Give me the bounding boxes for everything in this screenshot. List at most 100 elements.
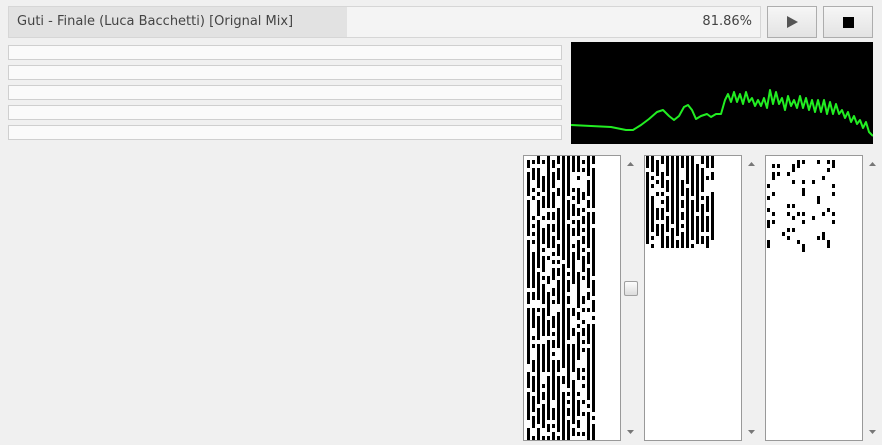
- bit-cell: [567, 364, 570, 368]
- bit-cell: [567, 180, 570, 184]
- panel-3-scrollbar[interactable]: [865, 155, 879, 441]
- bit-cell: [701, 188, 704, 192]
- bit-cell: [587, 212, 590, 216]
- bit-cell: [587, 424, 590, 428]
- bit-cell: [646, 180, 649, 184]
- scroll-down-arrow-icon[interactable]: [744, 426, 758, 438]
- bit-cell: [567, 420, 570, 424]
- bit-cell: [827, 208, 830, 212]
- bit-cell: [671, 208, 674, 212]
- bit-cell: [592, 196, 595, 200]
- bit-cell: [542, 184, 545, 188]
- bit-cell: [797, 164, 800, 168]
- bit-cell: [582, 228, 585, 232]
- bit-cell: [527, 172, 530, 176]
- panel-2-scrollbar[interactable]: [744, 155, 758, 441]
- bit-cell: [552, 260, 555, 264]
- stop-button[interactable]: [823, 6, 873, 38]
- bit-cell: [572, 208, 575, 212]
- bit-cell: [567, 256, 570, 260]
- bit-cell: [671, 216, 674, 220]
- bit-cell: [671, 168, 674, 172]
- bit-cell: [532, 216, 535, 220]
- bit-cell: [686, 236, 689, 240]
- bit-cell: [532, 308, 535, 312]
- bit-cell: [562, 192, 565, 196]
- scroll-up-arrow-icon[interactable]: [623, 158, 637, 170]
- bit-cell: [592, 240, 595, 244]
- bit-cell: [532, 172, 535, 176]
- bit-cell: [552, 352, 555, 356]
- bit-cell: [552, 196, 555, 200]
- bit-cell: [537, 236, 540, 240]
- bit-cell: [582, 400, 585, 404]
- bit-cell: [671, 188, 674, 192]
- bit-cell: [542, 320, 545, 324]
- scroll-down-arrow-icon[interactable]: [623, 426, 637, 438]
- bit-cell: [577, 248, 580, 252]
- bit-cell: [686, 228, 689, 232]
- bit-cell: [567, 192, 570, 196]
- bit-cell: [557, 160, 560, 164]
- bit-cell: [671, 232, 674, 236]
- bit-cell: [562, 160, 565, 164]
- bit-cell: [552, 204, 555, 208]
- bit-cell: [577, 288, 580, 292]
- bit-cell: [666, 208, 669, 212]
- bit-pattern-grid-2: [646, 156, 714, 248]
- bit-cell: [681, 160, 684, 164]
- bit-cell: [582, 328, 585, 332]
- bit-cell: [542, 408, 545, 412]
- bit-cell: [552, 276, 555, 280]
- bit-cell: [676, 208, 679, 212]
- bit-cell: [547, 196, 550, 200]
- bit-cell: [646, 176, 649, 180]
- scroll-down-arrow-icon[interactable]: [865, 426, 879, 438]
- bit-cell: [706, 228, 709, 232]
- bit-cell: [567, 252, 570, 256]
- bit-cell: [537, 232, 540, 236]
- bit-cell: [547, 380, 550, 384]
- scroll-thumb[interactable]: [624, 281, 638, 296]
- bit-cell: [582, 236, 585, 240]
- bit-cell: [562, 340, 565, 344]
- bit-cell: [537, 280, 540, 284]
- bit-cell: [552, 376, 555, 380]
- bit-cell: [691, 156, 694, 160]
- bit-cell: [537, 248, 540, 252]
- bit-cell: [661, 244, 664, 248]
- play-button[interactable]: [767, 6, 817, 38]
- bit-cell: [567, 424, 570, 428]
- bit-cell: [537, 288, 540, 292]
- scroll-up-arrow-icon[interactable]: [744, 158, 758, 170]
- bit-cell: [651, 164, 654, 168]
- bit-cell: [567, 372, 570, 376]
- bit-cell: [671, 164, 674, 168]
- bit-cell: [557, 328, 560, 332]
- bit-cell: [552, 172, 555, 176]
- track-progress-bar[interactable]: Guti - Finale (Luca Bacchetti) [Orignal …: [8, 6, 761, 38]
- bit-cell: [587, 384, 590, 388]
- bit-cell: [767, 244, 770, 248]
- bit-cell: [572, 308, 575, 312]
- bit-cell: [537, 352, 540, 356]
- bit-cell: [817, 200, 820, 204]
- panel-1-scrollbar[interactable]: [623, 155, 638, 441]
- bit-cell: [582, 168, 585, 172]
- bit-cell: [797, 212, 800, 216]
- bit-cell: [592, 236, 595, 240]
- bit-cell: [562, 360, 565, 364]
- bit-cell: [577, 284, 580, 288]
- bit-cell: [691, 244, 694, 248]
- bit-cell: [527, 340, 530, 344]
- bit-cell: [562, 156, 565, 160]
- bit-cell: [532, 388, 535, 392]
- bit-cell: [537, 392, 540, 396]
- bit-cell: [562, 176, 565, 180]
- bit-cell: [532, 292, 535, 296]
- bit-cell: [567, 324, 570, 328]
- bit-cell: [711, 172, 714, 176]
- bit-cell: [527, 308, 530, 312]
- scroll-up-arrow-icon[interactable]: [865, 158, 879, 170]
- bit-cell: [542, 196, 545, 200]
